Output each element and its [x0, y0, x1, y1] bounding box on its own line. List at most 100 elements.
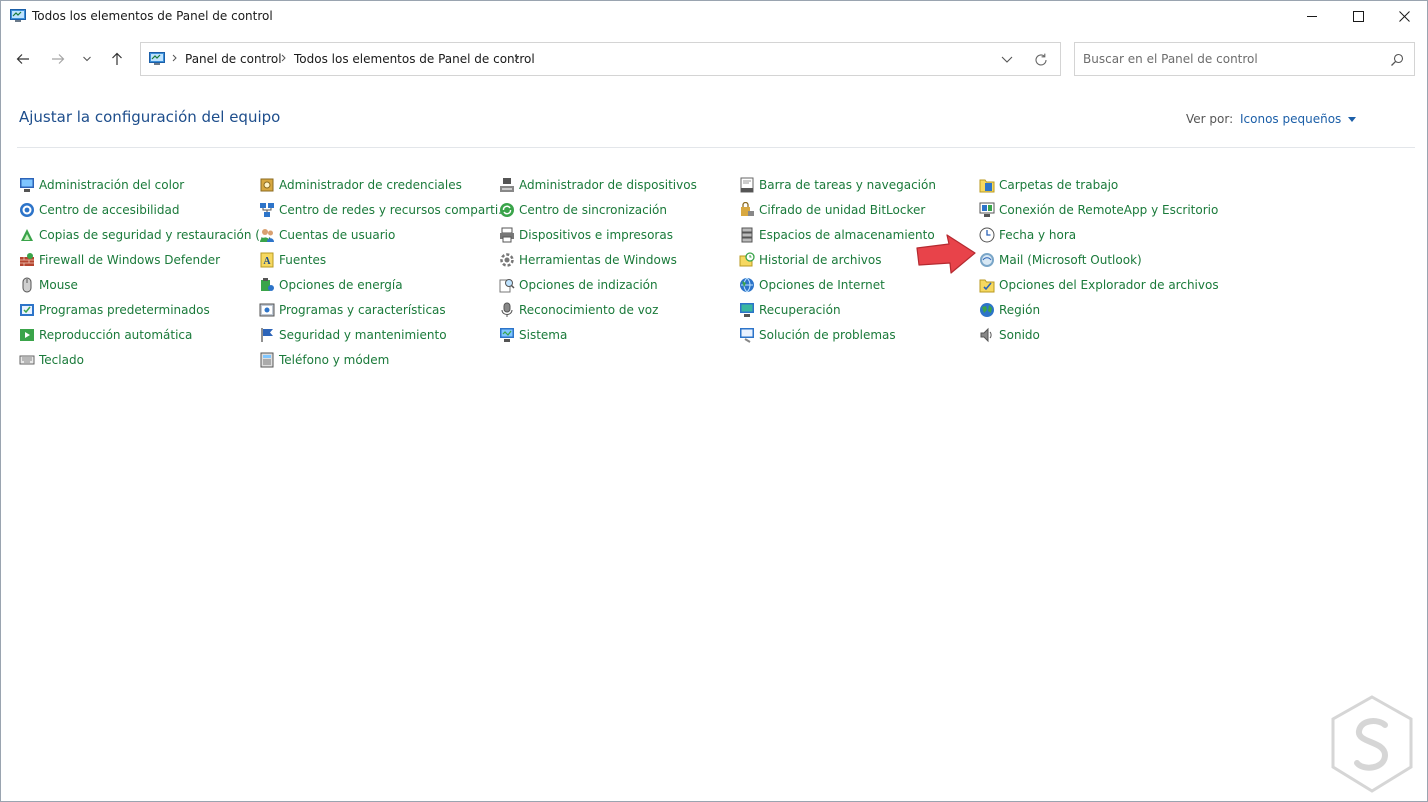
control-panel-item[interactable]: Mouse — [19, 275, 78, 295]
up-button[interactable] — [104, 46, 130, 72]
control-panel-item[interactable]: Sistema — [499, 325, 567, 345]
control-panel-item-label: Copias de seguridad y restauración (... — [39, 228, 272, 242]
firewall-icon — [20, 253, 34, 266]
forward-button[interactable] — [45, 46, 71, 72]
control-panel-item[interactable]: Opciones de Internet — [739, 275, 885, 295]
page-title: Ajustar la configuración del equipo — [19, 108, 281, 126]
backup-icon — [21, 229, 33, 241]
control-panel-item[interactable]: Recuperación — [739, 300, 841, 320]
control-panel-item[interactable]: Dispositivos e impresoras — [499, 225, 673, 245]
caret-down-icon — [1348, 116, 1357, 122]
control-panel-icon — [10, 9, 26, 22]
sync-icon — [500, 203, 514, 217]
control-panel-item-label: Programas predeterminados — [39, 303, 210, 317]
search-input[interactable]: Buscar en el Panel de control — [1074, 42, 1415, 76]
control-panel-item-label: Conexión de RemoteApp y Escritorio — [999, 203, 1219, 217]
control-panel-item[interactable]: Reconocimiento de voz — [499, 300, 658, 320]
control-panel-item[interactable]: Firewall de Windows Defender — [19, 250, 220, 270]
control-panel-icon — [149, 52, 165, 65]
control-panel-item[interactable]: Teléfono y módem — [259, 350, 389, 370]
credentials-icon — [260, 178, 274, 192]
address-history-dropdown-icon[interactable] — [999, 51, 1015, 67]
control-panel-item[interactable]: Historial de archivos — [739, 250, 882, 270]
minimize-button[interactable] — [1289, 1, 1335, 32]
breadcrumb-separator-icon[interactable] — [513, 51, 521, 65]
control-panel-item[interactable]: Copias de seguridad y restauración (... — [19, 225, 271, 245]
security-flag-icon — [261, 328, 273, 342]
close-button[interactable] — [1381, 1, 1427, 32]
control-panel-item[interactable]: Centro de accesibilidad — [19, 200, 179, 220]
control-panel-item-label: Barra de tareas y navegación — [759, 178, 936, 192]
minimize-icon — [1306, 16, 1317, 17]
arrow-left-icon — [16, 54, 29, 64]
control-panel-item[interactable]: Opciones de indización — [499, 275, 658, 295]
control-panel-item[interactable]: Sonido — [979, 325, 1040, 345]
control-panel-item[interactable]: Herramientas de Windows — [499, 250, 677, 270]
control-panel-item[interactable]: Centro de redes y recursos comparti... — [259, 200, 510, 220]
power-icon — [261, 278, 274, 291]
control-panel-item[interactable]: Seguridad y mantenimiento — [259, 325, 447, 345]
control-panel-item-label: Carpetas de trabajo — [999, 178, 1119, 192]
control-panel-item[interactable]: Administración del color — [19, 175, 184, 195]
mail-icon — [980, 253, 994, 267]
breadcrumb-control-panel[interactable]: Panel de control — [185, 52, 282, 66]
search-placeholder: Buscar en el Panel de control — [1083, 52, 1258, 66]
control-panel-item[interactable]: Reproducción automática — [19, 325, 192, 345]
view-by-dropdown[interactable]: Iconos pequeños — [1240, 112, 1357, 126]
control-panel-item[interactable]: Cuentas de usuario — [259, 225, 395, 245]
bitlocker-icon — [741, 202, 754, 216]
window-title: Todos los elementos de Panel de control — [32, 9, 273, 23]
mouse-icon — [22, 277, 32, 293]
user-accounts-icon — [260, 229, 274, 242]
control-panel-item-label: Solución de problemas — [759, 328, 896, 342]
region-icon — [980, 303, 994, 317]
control-panel-item[interactable]: Espacios de almacenamiento — [739, 225, 935, 245]
control-panel-item-label: Región — [999, 303, 1041, 317]
address-bar[interactable]: Panel de control Todos los elementos de … — [140, 42, 1061, 76]
view-by-value: Iconos pequeños — [1240, 112, 1342, 126]
control-panel-item-label: Mail (Microsoft Outlook) — [999, 253, 1142, 267]
control-panel-item[interactable]: Opciones del Explorador de archivos — [979, 275, 1219, 295]
search-icon[interactable] — [1389, 52, 1405, 68]
control-panel-item[interactable]: Administrador de dispositivos — [499, 175, 697, 195]
control-panel-item[interactable]: A Fuentes — [259, 250, 326, 270]
control-panel-item-label: Administrador de credenciales — [279, 178, 462, 192]
control-panel-item-label: Sistema — [519, 328, 568, 342]
control-panel-item[interactable]: Conexión de RemoteApp y Escritorio — [979, 200, 1218, 220]
control-panel-item[interactable]: Región — [979, 300, 1040, 320]
troubleshoot-icon — [740, 328, 754, 343]
control-panel-item[interactable]: Administrador de credenciales — [259, 175, 462, 195]
control-panel-item[interactable]: Programas y características — [259, 300, 446, 320]
control-panel-item[interactable]: Centro de sincronización — [499, 200, 667, 220]
control-panel-item[interactable]: Opciones de energía — [259, 275, 403, 295]
control-panel-item-label: Teléfono y módem — [279, 353, 390, 367]
refresh-icon[interactable] — [1032, 51, 1050, 69]
recovery-icon — [740, 303, 754, 317]
view-by-label: Ver por: — [1186, 112, 1234, 126]
control-panel-item-label: Mouse — [39, 278, 78, 292]
breadcrumb-all-items[interactable]: Todos los elementos de Panel de control — [294, 52, 535, 66]
control-panel-item-label: Opciones de energía — [279, 278, 403, 292]
control-panel-item[interactable]: Barra de tareas y navegación — [739, 175, 936, 195]
maximize-button[interactable] — [1335, 1, 1381, 32]
control-panel-item[interactable]: Programas predeterminados — [19, 300, 210, 320]
control-panel-item[interactable]: Solución de problemas — [739, 325, 896, 345]
recent-locations-button[interactable] — [76, 46, 98, 72]
internet-icon — [740, 277, 754, 293]
control-panel-item[interactable]: Teclado — [19, 350, 84, 370]
svg-text:A: A — [263, 256, 271, 267]
back-button[interactable] — [10, 46, 36, 72]
arrow-right-icon — [52, 54, 65, 64]
control-panel-item[interactable]: Carpetas de trabajo — [979, 175, 1118, 195]
control-panel-item-label: Firewall de Windows Defender — [39, 253, 221, 267]
control-panel-item[interactable]: Fecha y hora — [979, 225, 1076, 245]
control-panel-item[interactable]: Cifrado de unidad BitLocker — [739, 200, 925, 220]
control-panel-item-label: Herramientas de Windows — [519, 253, 677, 267]
clock-icon — [979, 227, 995, 243]
control-panel-item-label: Opciones de indización — [519, 278, 658, 292]
control-panel-item-label: Opciones de Internet — [759, 278, 885, 292]
control-panel-item-label: Programas y características — [279, 303, 446, 317]
control-panel-item[interactable]: Mail (Microsoft Outlook) — [979, 250, 1142, 270]
control-panel-item-label: Administrador de dispositivos — [519, 178, 697, 192]
control-panel-item-label: Teclado — [39, 353, 84, 367]
